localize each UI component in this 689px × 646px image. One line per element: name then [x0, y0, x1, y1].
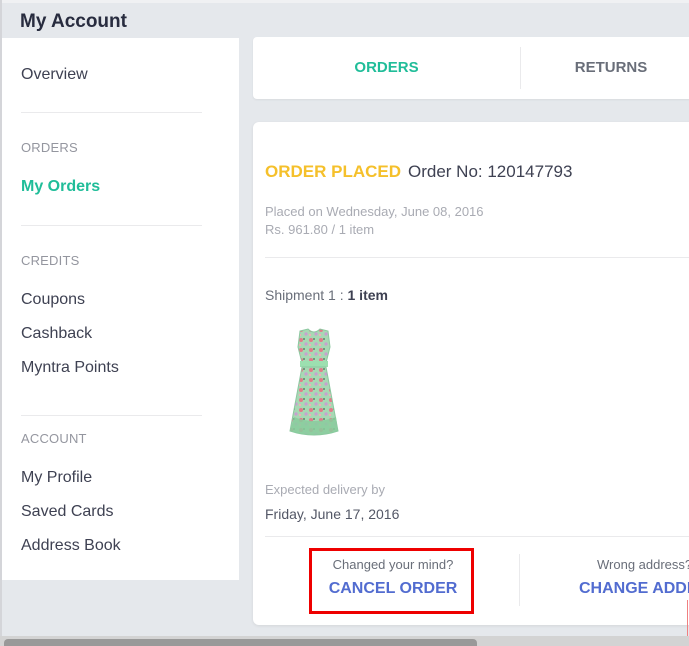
sidebar-divider — [21, 415, 202, 416]
dress-icon — [289, 328, 339, 436]
sidebar-heading-orders: ORDERS — [21, 140, 78, 155]
sidebar-item-coupons[interactable]: Coupons — [21, 291, 85, 309]
horizontal-scrollbar-thumb[interactable] — [4, 639, 477, 646]
order-price-summary: Rs. 961.80 / 1 item — [265, 222, 375, 237]
sidebar-item-my-profile[interactable]: My Profile — [21, 469, 92, 487]
cancel-order-prompt: Changed your mind? — [332, 557, 454, 572]
top-strip — [0, 0, 689, 3]
expected-delivery-label: Expected delivery by — [265, 482, 385, 497]
product-image-dress[interactable] — [278, 327, 350, 447]
sidebar-item-cashback[interactable]: Cashback — [21, 325, 92, 343]
sidebar-divider — [21, 225, 202, 226]
sidebar-item-saved-cards[interactable]: Saved Cards — [21, 503, 114, 521]
change-address-action: Wrong address? CHANGE ADDRESS — [575, 547, 689, 598]
shipment-number: Shipment 1 : — [265, 287, 348, 303]
sidebar-heading-credits: CREDITS — [21, 253, 80, 268]
page-title: My Account — [20, 11, 127, 32]
order-placed-date: Placed on Wednesday, June 08, 2016 — [265, 204, 484, 219]
cancel-order-action: Changed your mind? CANCEL ORDER — [293, 547, 493, 598]
sidebar-item-my-orders[interactable]: My Orders — [21, 178, 100, 196]
shipment-label: Shipment 1 : 1 item — [265, 287, 388, 303]
sidebar: Overview ORDERS My Orders CREDITS Coupon… — [2, 38, 239, 580]
sidebar-item-myntra-points[interactable]: Myntra Points — [21, 359, 119, 377]
cancel-order-button[interactable]: CANCEL ORDER — [293, 580, 493, 598]
change-address-prompt: Wrong address? — [597, 557, 689, 572]
sidebar-item-overview[interactable]: Overview — [21, 66, 88, 84]
expected-delivery-date: Friday, June 17, 2016 — [265, 506, 400, 522]
tab-returns[interactable]: RETURNS — [521, 37, 689, 99]
action-separator — [519, 554, 520, 606]
sidebar-heading-account: ACCOUNT — [21, 431, 87, 446]
order-tabs: ORDERS RETURNS — [253, 37, 689, 99]
card-divider — [265, 257, 689, 258]
order-card: ORDER PLACED Order No: 120147793 Placed … — [253, 122, 689, 625]
sidebar-item-address-book[interactable]: Address Book — [21, 537, 121, 555]
tab-orders[interactable]: ORDERS — [253, 37, 520, 99]
order-number: Order No: 120147793 — [408, 162, 573, 181]
shipment-item-count: 1 item — [347, 287, 388, 303]
change-address-button[interactable]: CHANGE ADDRESS — [575, 580, 689, 598]
card-divider — [265, 536, 689, 537]
order-status-badge: ORDER PLACED — [265, 162, 402, 181]
sidebar-divider — [21, 112, 202, 113]
